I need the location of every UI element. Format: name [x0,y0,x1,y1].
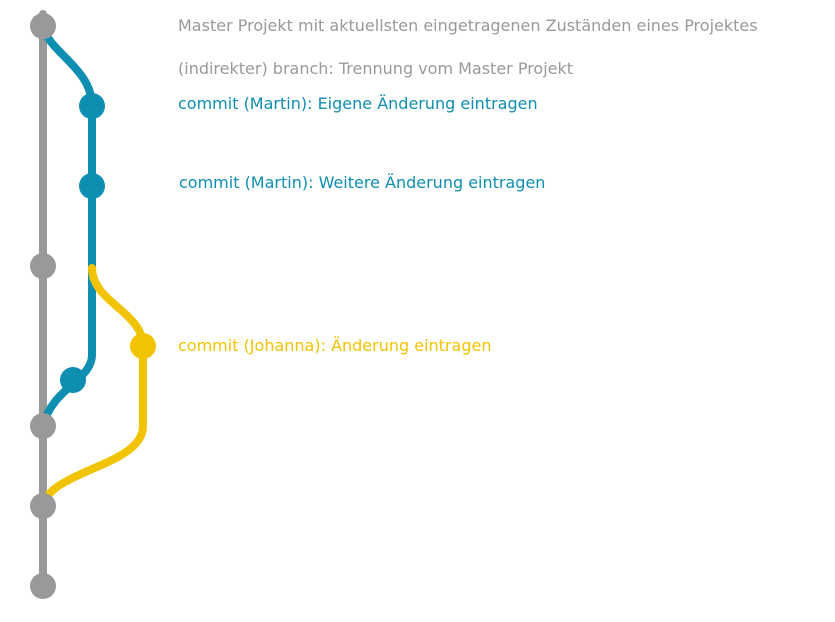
master-commit-node [30,573,56,599]
master-commit-node [30,493,56,519]
master-commit-node [30,253,56,279]
commit-martin-2-label: commit (Martin): Weitere Änderung eintra… [179,173,546,192]
martin-commit-node [79,93,105,119]
martin-branch-line [39,22,96,430]
master-label: Master Projekt mit aktuellsten eingetrag… [178,16,758,35]
branch-label: (indirekter) branch: Trennung vom Master… [178,59,574,78]
master-commit-node [30,413,56,439]
master-commit-node [30,13,56,39]
martin-merge-node [60,367,86,393]
johanna-commit-node [130,333,156,359]
commit-johanna-label: commit (Johanna): Änderung eintragen [178,336,492,355]
martin-commit-node [79,173,105,199]
commit-martin-1-label: commit (Martin): Eigene Änderung eintrag… [178,94,538,113]
